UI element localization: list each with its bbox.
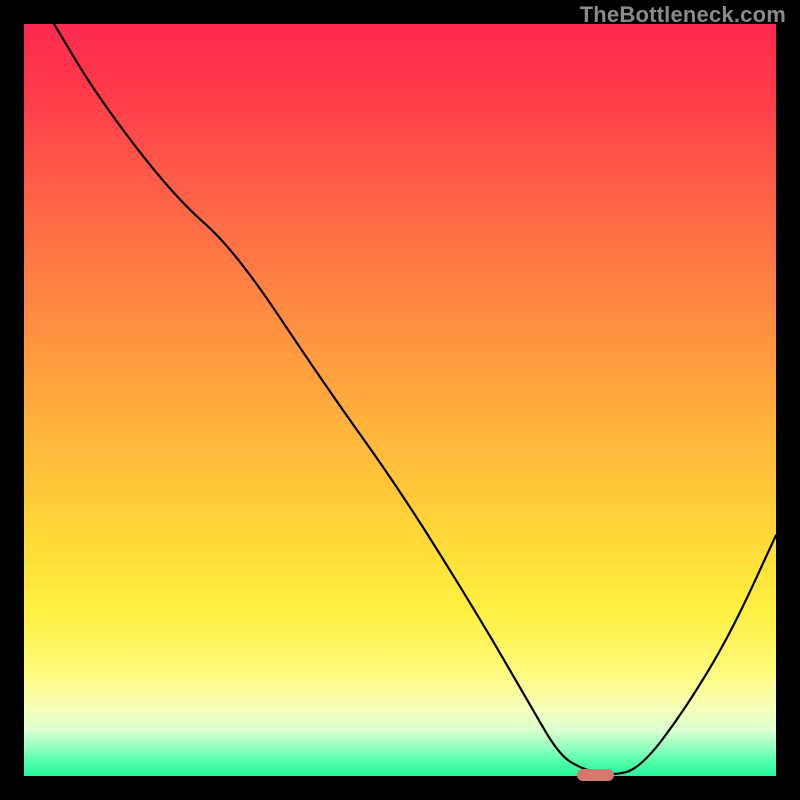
watermark-text: TheBottleneck.com xyxy=(580,2,786,28)
chart-container: TheBottleneck.com xyxy=(0,0,800,800)
optimal-marker xyxy=(577,769,615,781)
bottleneck-curve xyxy=(24,24,776,776)
curve-path xyxy=(54,24,776,774)
plot-area xyxy=(24,24,776,776)
